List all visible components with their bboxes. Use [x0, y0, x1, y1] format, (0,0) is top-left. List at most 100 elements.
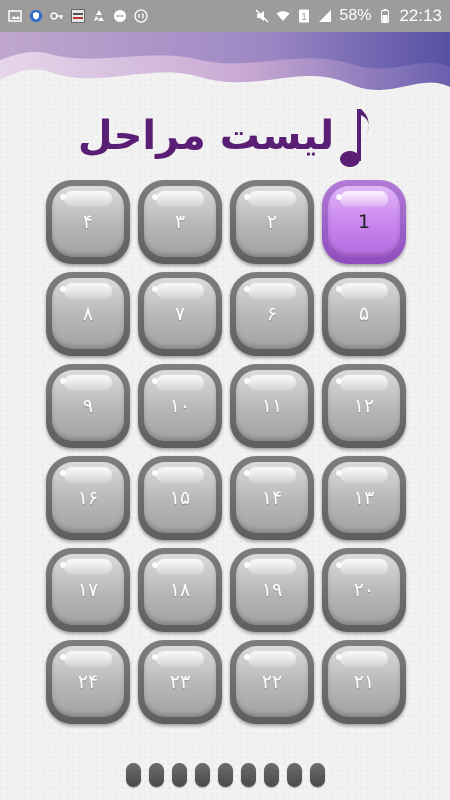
level-button[interactable]: ۴: [46, 180, 130, 264]
level-button-shine: [340, 651, 388, 667]
page-dot[interactable]: [263, 763, 279, 787]
status-bar: 1 58% 22:13: [0, 0, 450, 32]
level-button[interactable]: ۲۲: [230, 640, 314, 724]
level-button-shine: [340, 283, 388, 299]
level-button-shine: [156, 467, 204, 483]
level-button-highlight: [336, 470, 342, 476]
level-button-highlight: [152, 194, 158, 200]
level-button-highlight: [60, 562, 66, 568]
level-button[interactable]: ۲۴: [46, 640, 130, 724]
level-button-shine: [64, 283, 112, 299]
level-number: ۹: [82, 395, 94, 417]
level-button-highlight: [60, 378, 66, 384]
level-number: ۲۰: [353, 579, 375, 601]
level-button[interactable]: ۱۴: [230, 456, 314, 540]
page-dot[interactable]: [171, 763, 187, 787]
level-button[interactable]: ۱۸: [138, 548, 222, 632]
number-badge-icon: [134, 9, 148, 23]
level-button[interactable]: ۱۷: [46, 548, 130, 632]
level-button-shine: [248, 467, 296, 483]
key-icon: [50, 9, 64, 23]
level-grid: ۴ ۳ ۲ 1 ۸ ۷ ۶ ۵ ۹ ۱۰ ۱۱ ۱۲ ۱۶ ۱۵ ۱۴ ۱۳ ۱۷ ۱۸ ۱۹ ۲۰ ۲۴ ۲۳ ۲۲ ۲۱: [46, 180, 406, 732]
page-dot[interactable]: [194, 763, 210, 787]
level-button-shine: [64, 191, 112, 207]
recycle-icon: [92, 9, 106, 23]
level-number: ۱۲: [353, 395, 375, 417]
level-number: ۱۹: [261, 579, 283, 601]
level-number: ۲۱: [353, 671, 375, 693]
level-button-shine: [156, 283, 204, 299]
level-button[interactable]: ۱۰: [138, 364, 222, 448]
svg-text:1: 1: [302, 12, 308, 23]
level-button-shine: [64, 467, 112, 483]
level-button-highlight: [60, 194, 66, 200]
level-button-shine: [64, 651, 112, 667]
level-button-shine: [156, 651, 204, 667]
level-number: ۱۶: [77, 487, 99, 509]
level-button-highlight: [336, 654, 342, 660]
level-button[interactable]: ۷: [138, 272, 222, 356]
level-number: ۱۰: [169, 395, 191, 417]
level-button-highlight: [244, 194, 250, 200]
level-number: ۳: [174, 211, 186, 233]
status-time: 22:13: [399, 6, 442, 25]
page-dot[interactable]: [309, 763, 325, 787]
level-number: ۱۷: [77, 579, 99, 601]
level-button-highlight: [244, 286, 250, 292]
level-button[interactable]: ۱۳: [322, 456, 406, 540]
level-button-highlight: [60, 654, 66, 660]
level-number: ۱۱: [261, 395, 283, 417]
level-button-highlight: [244, 378, 250, 384]
level-number: ۴: [82, 211, 94, 233]
mute-icon: [255, 9, 269, 23]
level-button-shine: [156, 375, 204, 391]
level-button-shine: [248, 283, 296, 299]
page-indicator: [0, 760, 450, 790]
basic-app-icon: [71, 9, 85, 23]
level-number: ۱۸: [169, 579, 191, 601]
level-button[interactable]: 1: [322, 180, 406, 264]
level-button-shine: [156, 559, 204, 575]
level-button[interactable]: ۱۲: [322, 364, 406, 448]
level-button[interactable]: ۲: [230, 180, 314, 264]
level-button-highlight: [60, 286, 66, 292]
page-dot[interactable]: [286, 763, 302, 787]
level-button[interactable]: ۲۱: [322, 640, 406, 724]
wifi-icon: [276, 9, 290, 23]
page-title: لیست مراحل: [77, 113, 335, 159]
level-button[interactable]: ۱۹: [230, 548, 314, 632]
level-number: ۵: [358, 303, 370, 325]
music-note-icon: [340, 109, 369, 167]
level-button[interactable]: ۳: [138, 180, 222, 264]
level-number: ۱۳: [353, 487, 375, 509]
level-button[interactable]: ۵: [322, 272, 406, 356]
level-button[interactable]: ۸: [46, 272, 130, 356]
level-button[interactable]: ۹: [46, 364, 130, 448]
level-button[interactable]: ۶: [230, 272, 314, 356]
level-button[interactable]: ۲۳: [138, 640, 222, 724]
gallery-icon: [8, 9, 22, 23]
level-button-highlight: [244, 654, 250, 660]
level-button-shine: [340, 375, 388, 391]
level-button[interactable]: ۱۶: [46, 456, 130, 540]
level-button-shine: [248, 375, 296, 391]
level-button[interactable]: ۱۵: [138, 456, 222, 540]
signal-icon: [318, 9, 332, 23]
page-dot[interactable]: [217, 763, 233, 787]
title-area: لیست مراحل: [0, 96, 450, 176]
level-number: ۲۲: [261, 671, 283, 693]
level-button-highlight: [152, 286, 158, 292]
level-button-shine: [64, 559, 112, 575]
level-button[interactable]: ۲۰: [322, 548, 406, 632]
battery-icon: [378, 9, 392, 23]
page-dot[interactable]: [240, 763, 256, 787]
level-button-shine: [248, 559, 296, 575]
level-button-highlight: [152, 562, 158, 568]
page-dot[interactable]: [125, 763, 141, 787]
level-button-highlight: [152, 654, 158, 660]
level-button-highlight: [336, 286, 342, 292]
page-dot[interactable]: [148, 763, 164, 787]
level-button-shine: [248, 651, 296, 667]
level-button-highlight: [336, 378, 342, 384]
level-button[interactable]: ۱۱: [230, 364, 314, 448]
